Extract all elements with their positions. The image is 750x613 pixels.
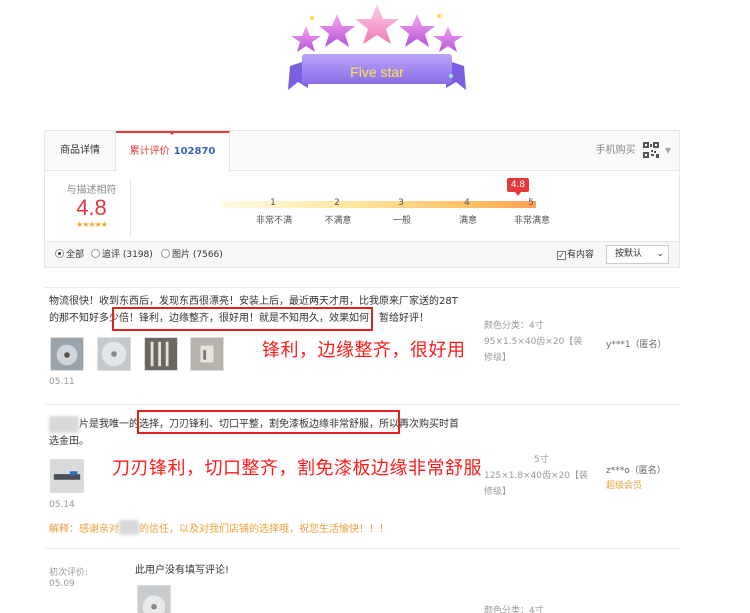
filter-all-radio[interactable]: 全部 xyxy=(55,249,84,261)
star-icon xyxy=(291,26,321,52)
tab-reviews[interactable]: 累计评价 102870 xyxy=(116,131,230,172)
score-summary: 与描述相符 4.8 ★★★★★ xyxy=(53,179,131,237)
review-2-photo-1[interactable] xyxy=(50,459,84,493)
review-1-date: 05.11 xyxy=(49,377,75,387)
mobile-buy[interactable]: 手机购买 ▼ xyxy=(595,141,671,161)
filter-followup-label: 追评 (3198) xyxy=(102,250,153,260)
review-1-user: y***1（匿名） xyxy=(606,340,667,350)
filter-images-radio[interactable]: 图片 (7566) xyxy=(161,249,223,261)
has-content-checkbox[interactable]: ✓ 有内容 xyxy=(557,249,594,261)
review-2-line-2: 选金田。 xyxy=(49,436,89,447)
review-3-photo-1[interactable] xyxy=(137,585,171,613)
seller-reply: 解释：感谢亲对金田的信任，以及对我们店铺的选择哦，祝您生活愉快！！！ xyxy=(49,520,389,535)
mobile-buy-label: 手机购买 xyxy=(595,145,636,156)
rating-stars-icon: ★★★★★ xyxy=(76,220,108,229)
review-1-photo-3[interactable] xyxy=(144,337,178,371)
review-2-highlight-box xyxy=(137,410,400,434)
review-2-sku-grade: 修级】 xyxy=(484,487,512,497)
filter-followup-radio[interactable]: 追评 (3198) xyxy=(91,249,153,261)
tab-bar: 商品详情 累计评价 102870 手机购买 ▼ xyxy=(45,131,679,172)
has-content-label: 有内容 xyxy=(567,250,595,260)
review-1-sku: 颜色分类：4寸 95×1.5×40齿×20【装 修级】 xyxy=(484,318,582,366)
filter-images-label: 图片 (7566) xyxy=(172,250,223,260)
score-badge: 4.8 xyxy=(507,178,529,196)
scale-label-2: 不满意 xyxy=(324,216,352,226)
star-icon xyxy=(319,14,355,47)
sort-value: 按默认 xyxy=(615,249,643,259)
blurred-text: 金田锯 xyxy=(49,416,79,433)
blurred-text: 金田 xyxy=(119,520,139,535)
review-2-vip-badge: 超级会员 xyxy=(606,481,643,491)
review-1-photo-2[interactable] xyxy=(97,337,131,371)
scale-label-4: 满意 xyxy=(458,216,477,226)
chevron-down-icon: ⌄ xyxy=(656,249,664,259)
review-1-callout: 锋利，边缘整齐，很好用 xyxy=(262,340,466,361)
review-2-sku: 5寸 125×1.8×40齿×20【装 修级】 xyxy=(484,452,588,500)
scale-label-1: 非常不满 xyxy=(255,216,292,226)
scale-tick-1: 1 xyxy=(270,198,276,208)
five-star-banner: Five star xyxy=(284,4,470,92)
scale-label-5: 非常满意 xyxy=(513,216,550,226)
tab-reviews-label: 累计评价 xyxy=(129,146,170,157)
review-1-sku-spec: 95×1.5×40齿×20【装 xyxy=(484,337,583,347)
radio-icon xyxy=(161,249,170,258)
review-2-sku-spec: 125×1.8×40齿×20【装 xyxy=(484,471,589,481)
review-1-photo-1[interactable] xyxy=(50,337,84,371)
review-3-sku-color: 颜色分类：4寸 xyxy=(484,606,544,613)
scale-tick-3: 3 xyxy=(398,198,404,208)
qr-code-icon xyxy=(642,142,659,158)
radio-selected-icon xyxy=(55,249,64,258)
review-divider xyxy=(44,287,680,288)
review-3-date: 05.09 xyxy=(49,579,75,589)
scale-tick-2: 2 xyxy=(334,198,340,208)
review-filter-bar: 全部 追评 (3198) 图片 (7566) ✓ 有内容 按默认 ⌄ xyxy=(45,241,679,267)
chevron-down-icon: ▼ xyxy=(664,146,671,155)
review-divider xyxy=(44,548,680,549)
review-3-text: 此用户没有填写评论! xyxy=(135,565,230,576)
star-icon xyxy=(433,26,463,52)
review-summary-panel: 商品详情 累计评价 102870 手机购买 ▼ 与描述相符 4.8 ★★★★★ 4… xyxy=(44,130,680,268)
review-3-first-label: 初次评价: xyxy=(49,568,89,578)
review-1-highlight-box xyxy=(112,307,373,331)
radio-icon xyxy=(91,249,100,258)
active-tab-arrow-icon xyxy=(168,131,176,135)
tab-product-detail[interactable]: 商品详情 xyxy=(45,131,116,171)
score-label: 与描述相符 xyxy=(66,185,117,196)
review-1-sku-color: 颜色分类：4寸 xyxy=(484,321,544,331)
seller-reply-prefix: 解释：感谢亲对 xyxy=(49,524,119,535)
banner-title: Five star xyxy=(350,64,404,80)
review-1-sku-grade: 修级】 xyxy=(484,353,512,363)
scale-tick-5: 5 xyxy=(528,198,534,208)
review-count: 102870 xyxy=(173,146,216,157)
review-divider xyxy=(44,404,680,405)
review-2-sku-color: 5寸 xyxy=(534,455,549,465)
filter-all-label: 全部 xyxy=(66,250,85,260)
review-1-photo-4[interactable] xyxy=(190,337,224,371)
review-2-callout: 刀刃锋利，切口整齐，割免漆板边缘非常舒服 xyxy=(112,458,482,479)
review-2-date: 05.14 xyxy=(49,500,75,510)
sort-dropdown[interactable]: 按默认 ⌄ xyxy=(606,245,669,264)
seller-reply-suffix: 的信任，以及对我们店铺的选择哦，祝您生活愉快！！！ xyxy=(139,524,389,535)
star-icon xyxy=(355,4,399,44)
scale-label-3: 一般 xyxy=(392,216,411,226)
scale-tick-4: 4 xyxy=(464,198,470,208)
checkbox-checked-icon: ✓ xyxy=(557,251,566,260)
star-icon xyxy=(399,14,435,47)
score-value: 4.8 xyxy=(76,195,107,220)
review-2-user: z***o（匿名） xyxy=(606,466,666,476)
